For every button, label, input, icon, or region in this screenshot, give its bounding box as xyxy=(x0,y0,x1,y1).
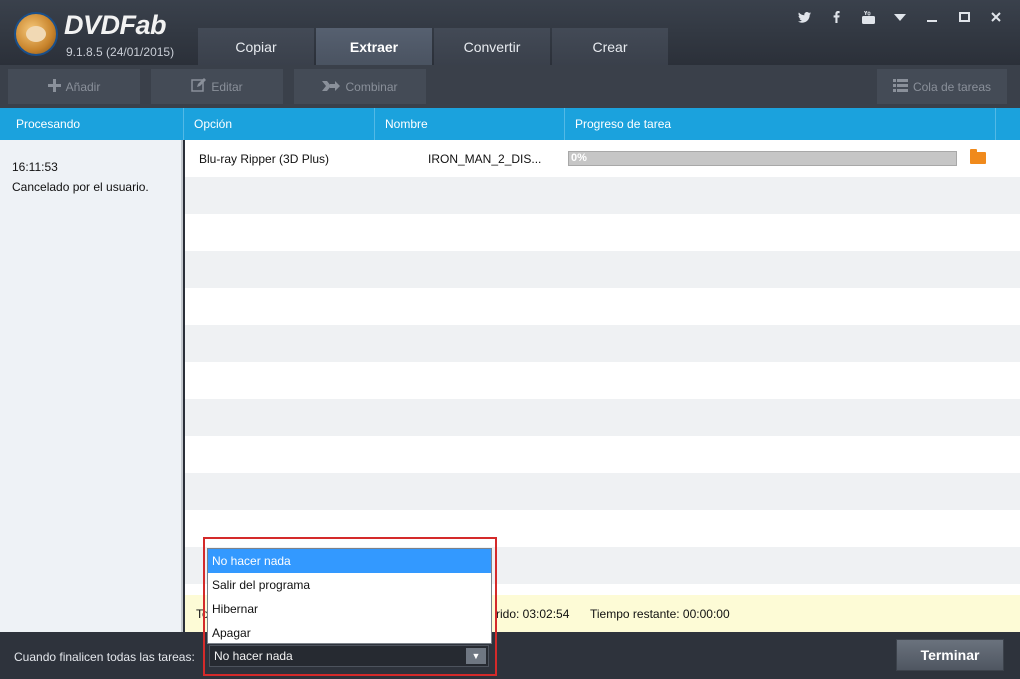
list-item xyxy=(185,473,1020,510)
log-message: Cancelado por el usuario. xyxy=(12,180,149,194)
list-item xyxy=(185,325,1020,362)
maximize-icon[interactable] xyxy=(948,8,980,26)
finish-button[interactable]: Terminar xyxy=(896,639,1004,671)
task-name: IRON_MAN_2_DIS... xyxy=(428,152,542,166)
list-item xyxy=(185,436,1020,473)
plus-icon xyxy=(47,78,61,95)
edit-icon xyxy=(191,78,207,95)
list-item xyxy=(185,362,1020,399)
brand-name: DVDFab xyxy=(64,10,167,40)
column-header-bar: Procesando Opción Nombre Progreso de tar… xyxy=(0,108,1020,140)
combine-button[interactable]: Combinar xyxy=(294,69,426,104)
column-option[interactable]: Opción xyxy=(184,108,375,140)
after-tasks-dropdown-list: No hacer nada Salir del programa Hiberna… xyxy=(207,548,492,644)
chevron-down-icon[interactable]: ▼ xyxy=(466,648,486,664)
tab-crear[interactable]: Crear xyxy=(552,28,668,65)
tab-extraer[interactable]: Extraer xyxy=(316,28,432,65)
processing-log-panel: 16:11:53 Cancelado por el usuario. xyxy=(0,140,183,632)
dvdfab-logo-icon xyxy=(14,12,58,56)
window-controls xyxy=(788,8,1012,26)
list-item xyxy=(185,399,1020,436)
option-salir-del-programa[interactable]: Salir del programa xyxy=(208,573,491,597)
list-item xyxy=(185,510,1020,547)
youtube-icon[interactable] xyxy=(852,8,884,26)
list-item xyxy=(185,251,1020,288)
column-progress[interactable]: Progreso de tarea xyxy=(565,108,996,140)
version-label: 9.1.8.5 (24/01/2015) xyxy=(66,45,175,59)
add-button[interactable]: Añadir xyxy=(8,69,140,104)
toolbar: Añadir Editar Combinar Cola de tareas xyxy=(0,65,1020,108)
elapsed-time: rido: 03:02:54 xyxy=(496,607,570,621)
task-progress-bar: 0% xyxy=(568,151,957,166)
column-name[interactable]: Nombre xyxy=(375,108,565,140)
twitter-icon[interactable] xyxy=(788,8,820,26)
close-icon[interactable] xyxy=(980,8,1012,26)
merge-arrows-icon xyxy=(322,79,341,95)
facebook-icon[interactable] xyxy=(820,8,852,26)
after-tasks-label: Cuando finalicen todas las tareas: xyxy=(14,650,195,664)
task-progress-label: 0% xyxy=(571,152,587,164)
remaining-time: Tiempo restante: 00:00:00 xyxy=(590,607,730,621)
task-option: Blu-ray Ripper (3D Plus) xyxy=(199,152,330,166)
task-queue-label: Cola de tareas xyxy=(912,79,992,94)
title-bar: DVDFab 9.1.8.5 (24/01/2015) Copiar Extra… xyxy=(0,0,1020,65)
option-apagar[interactable]: Apagar xyxy=(208,621,491,645)
option-no-hacer-nada[interactable]: No hacer nada xyxy=(208,549,491,573)
after-tasks-select[interactable]: No hacer nada ▼ xyxy=(209,645,489,667)
footer-bar: Cuando finalicen todas las tareas: xyxy=(0,632,1020,679)
folder-icon[interactable] xyxy=(970,149,986,164)
list-item xyxy=(185,288,1020,325)
add-button-label: Añadir xyxy=(65,79,101,94)
tab-copiar[interactable]: Copiar xyxy=(198,28,314,65)
task-queue-button[interactable]: Cola de tareas xyxy=(877,69,1007,104)
task-row[interactable]: Blu-ray Ripper (3D Plus) IRON_MAN_2_DIS.… xyxy=(185,140,1020,177)
menu-arrow-icon[interactable] xyxy=(884,8,916,26)
tab-convertir[interactable]: Convertir xyxy=(434,28,550,65)
column-processing: Procesando xyxy=(0,108,184,140)
minimize-icon[interactable] xyxy=(916,8,948,26)
list-item xyxy=(185,177,1020,214)
log-time: 16:11:53 xyxy=(12,160,58,174)
list-icon xyxy=(892,78,908,95)
edit-button[interactable]: Editar xyxy=(151,69,283,104)
option-hibernar[interactable]: Hibernar xyxy=(208,597,491,621)
main-tabs: Copiar Extraer Convertir Crear xyxy=(198,28,670,65)
task-list: Blu-ray Ripper (3D Plus) IRON_MAN_2_DIS.… xyxy=(185,140,1020,595)
after-tasks-selected-value: No hacer nada xyxy=(214,649,293,663)
edit-button-label: Editar xyxy=(211,79,243,94)
combine-button-label: Combinar xyxy=(345,79,398,94)
list-item xyxy=(185,214,1020,251)
